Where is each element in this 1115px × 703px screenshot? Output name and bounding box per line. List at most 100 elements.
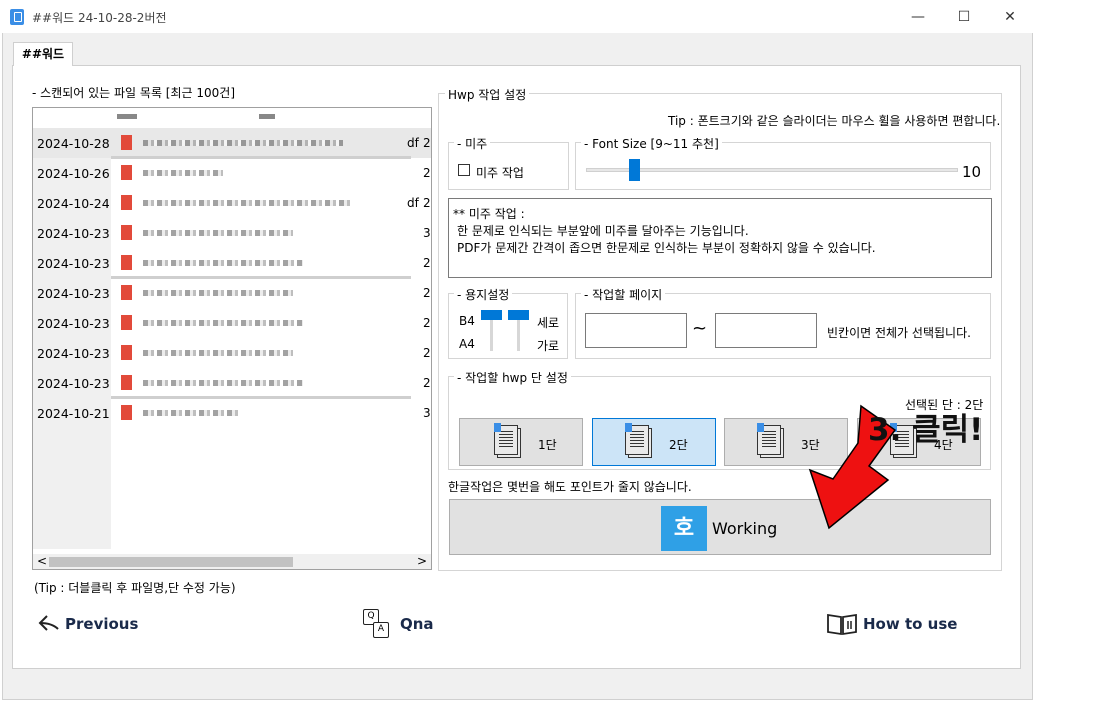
row-filename-suffix: df bbox=[407, 196, 419, 210]
start-page-input[interactable] bbox=[585, 313, 687, 348]
row-date: 2024-10-23 bbox=[37, 376, 110, 391]
document-icon bbox=[623, 423, 653, 459]
tab-main[interactable]: ##워드 bbox=[13, 42, 73, 66]
scroll-right-icon[interactable]: > bbox=[417, 554, 427, 568]
row-page-count: 3 bbox=[423, 406, 431, 420]
horizontal-scrollbar[interactable]: < > bbox=[33, 554, 431, 569]
paper-size-thumb[interactable] bbox=[481, 310, 502, 320]
table-row[interactable]: 2024-10-23 3 bbox=[33, 218, 431, 248]
table-row[interactable]: 2024-10-28 df 2 bbox=[33, 128, 431, 158]
qna-icon[interactable]: Q A bbox=[363, 609, 395, 639]
answer-bubble: A bbox=[373, 622, 389, 638]
book-icon[interactable] bbox=[826, 612, 858, 636]
row-filename-obscured bbox=[143, 290, 293, 296]
row-date: 2024-10-23 bbox=[37, 346, 110, 361]
row-page-count: 2 bbox=[423, 256, 431, 270]
row-date: 2024-10-23 bbox=[37, 226, 110, 241]
previous-icon[interactable] bbox=[38, 613, 60, 633]
table-row[interactable]: 2024-10-23 2 bbox=[33, 368, 431, 398]
info-line-1: ** 미주 작업 : bbox=[453, 207, 525, 221]
paper-b4-label: B4 bbox=[459, 314, 475, 328]
row-filename-obscured bbox=[143, 140, 343, 146]
maximize-button[interactable]: ☐ bbox=[941, 4, 987, 30]
document-icon bbox=[755, 423, 785, 459]
list-header[interactable] bbox=[33, 108, 431, 129]
column-1-button[interactable]: 1단 bbox=[459, 418, 583, 466]
scroll-left-icon[interactable]: < bbox=[37, 554, 47, 568]
row-filename-suffix: df bbox=[407, 136, 419, 150]
row-page-count: 3 bbox=[423, 226, 431, 240]
file-list-title: - 스캔되어 있는 파일 목록 [최근 100건] bbox=[32, 86, 236, 100]
row-page-count: 2 bbox=[423, 196, 431, 210]
page-range-tilde: ~ bbox=[692, 318, 708, 339]
table-row[interactable]: 2024-10-23 2 bbox=[33, 308, 431, 338]
row-page-count: 2 bbox=[423, 286, 431, 300]
previous-button[interactable]: Previous bbox=[65, 615, 138, 633]
orientation-track[interactable] bbox=[517, 315, 520, 351]
row-date: 2024-10-21 bbox=[37, 406, 110, 421]
scroll-thumb[interactable] bbox=[49, 557, 293, 567]
row-page-count: 2 bbox=[423, 166, 431, 180]
pages-group-title: - 작업할 페이지 bbox=[581, 286, 666, 303]
pdf-icon bbox=[121, 345, 132, 360]
column-group-title: - 작업할 hwp 단 설정 bbox=[454, 369, 571, 386]
row-page-count: 2 bbox=[423, 346, 431, 360]
row-filename-obscured bbox=[143, 230, 293, 236]
app-icon bbox=[10, 9, 24, 25]
pdf-icon bbox=[121, 405, 132, 420]
end-page-input[interactable] bbox=[715, 313, 817, 348]
row-page-count: 2 bbox=[423, 316, 431, 330]
pdf-icon bbox=[121, 315, 132, 330]
pdf-icon bbox=[121, 285, 132, 300]
portrait-label: 세로 bbox=[537, 316, 560, 330]
font-size-slider-track[interactable] bbox=[586, 168, 958, 172]
pdf-icon bbox=[121, 225, 132, 240]
font-size-slider-thumb[interactable] bbox=[629, 159, 640, 181]
working-label: Working bbox=[712, 519, 778, 538]
minimize-button[interactable]: — bbox=[895, 4, 941, 30]
row-date: 2024-10-23 bbox=[37, 286, 110, 301]
mizu-group-title: - 미주 bbox=[454, 135, 491, 152]
table-row[interactable]: 2024-10-23 2 bbox=[33, 338, 431, 368]
paper-a4-label: A4 bbox=[459, 337, 475, 351]
info-line-2: 한 문제로 인식되는 부분앞에 미주를 달아주는 기능입니다. bbox=[457, 224, 749, 238]
slider-tip: Tip : 폰트크기와 같은 슬라이더는 마우스 휠을 사용하면 편합니다. bbox=[668, 114, 1001, 128]
table-row[interactable]: 2024-10-21 3 bbox=[33, 398, 431, 428]
point-note: 한글작업은 몇번을 해도 포인트가 줄지 않습니다. bbox=[448, 480, 692, 494]
row-date: 2024-10-26 bbox=[37, 166, 110, 181]
row-filename-obscured bbox=[143, 170, 223, 176]
column-2-button[interactable]: 2단 bbox=[592, 418, 716, 466]
mizu-checkbox-label[interactable]: 미주 작업 bbox=[476, 164, 524, 181]
table-row[interactable]: 2024-10-24 df 2 bbox=[33, 188, 431, 218]
paper-group-title: - 용지설정 bbox=[454, 286, 513, 303]
row-filename-obscured bbox=[143, 350, 293, 356]
table-row[interactable]: 2024-10-23 2 bbox=[33, 248, 431, 278]
qna-button[interactable]: Qna bbox=[400, 615, 434, 633]
close-button[interactable]: ✕ bbox=[987, 4, 1033, 30]
hwp-settings-title: Hwp 작업 설정 bbox=[445, 86, 530, 103]
row-page-count: 2 bbox=[423, 376, 431, 390]
row-date: 2024-10-24 bbox=[37, 196, 110, 211]
font-size-value: 10 bbox=[962, 163, 982, 181]
column-header-scribble bbox=[259, 114, 275, 119]
row-date: 2024-10-23 bbox=[37, 256, 110, 271]
info-line-3: PDF가 문제간 간격이 좁으면 한문제로 인식하는 부분이 정확하지 않을 수… bbox=[457, 241, 876, 255]
mizu-checkbox[interactable] bbox=[458, 164, 470, 176]
hancom-logo-icon: 호 bbox=[661, 506, 707, 551]
table-row[interactable]: 2024-10-23 2 bbox=[33, 278, 431, 308]
file-list-tip: (Tip : 더블클릭 후 파일명,단 수정 가능) bbox=[34, 581, 236, 595]
file-list[interactable]: 2024-10-28 df 2 2024-10-26 2 2024-10-24 df 2 202… bbox=[32, 107, 432, 570]
table-row[interactable]: 2024-10-26 2 bbox=[33, 158, 431, 188]
how-to-use-button[interactable]: How to use bbox=[863, 615, 957, 633]
pdf-icon bbox=[121, 195, 132, 210]
landscape-label: 가로 bbox=[537, 339, 560, 353]
document-icon bbox=[492, 423, 522, 459]
orientation-thumb[interactable] bbox=[508, 310, 529, 320]
pdf-icon bbox=[121, 255, 132, 270]
row-filename-obscured bbox=[143, 320, 303, 326]
paper-size-track[interactable] bbox=[490, 315, 493, 351]
window-title: ##워드 24-10-28-2버전 bbox=[32, 11, 167, 25]
column-2-label: 2단 bbox=[669, 438, 688, 452]
row-filename-obscured bbox=[143, 260, 303, 266]
row-filename-obscured bbox=[143, 380, 303, 386]
